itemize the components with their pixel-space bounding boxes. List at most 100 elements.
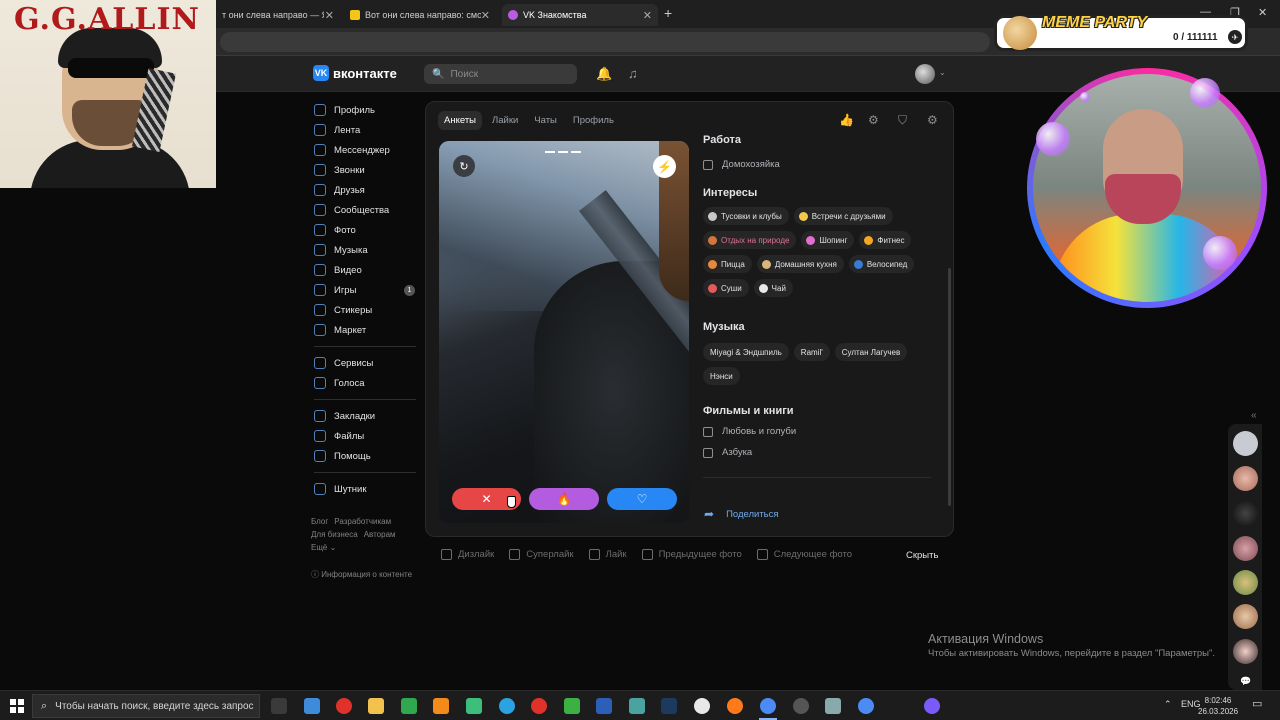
tab-chats[interactable]: Чаты	[528, 111, 563, 130]
interest-chip: Фитнес	[859, 231, 912, 249]
close-icon[interactable]: ✕	[325, 9, 334, 22]
task-view-icon[interactable]	[271, 698, 287, 714]
nav-item-games[interactable]: Игры 1	[314, 280, 424, 300]
overlay-glasses	[68, 58, 154, 78]
app-icon[interactable]	[304, 698, 320, 714]
taskbar-search[interactable]: ⌕	[32, 694, 260, 718]
nav-item-friends[interactable]: Друзья	[314, 180, 424, 200]
bell-icon[interactable]: 🔔	[596, 66, 612, 82]
firefox-icon[interactable]	[727, 698, 743, 714]
yandex-icon[interactable]	[694, 698, 710, 714]
folder-icon[interactable]	[368, 698, 384, 714]
nav-item-help[interactable]: Помощь	[314, 446, 424, 466]
share-button[interactable]: ➦ Поделиться	[704, 507, 779, 521]
close-window-button[interactable]: ✕	[1258, 6, 1267, 19]
shield-icon[interactable]: ⛉	[898, 113, 907, 128]
nav-item-votes[interactable]: Голоса	[314, 373, 424, 393]
user-avatar[interactable]	[915, 64, 935, 84]
hide-hints-button[interactable]: Скрыть	[906, 550, 938, 561]
chrome-icon[interactable]	[858, 698, 874, 714]
nav-item-files[interactable]: Файлы	[314, 426, 424, 446]
vlc-icon[interactable]	[433, 698, 449, 714]
nav-item-video[interactable]: Видео	[314, 260, 424, 280]
contact-avatar[interactable]	[1233, 466, 1258, 491]
app-icon[interactable]	[564, 698, 580, 714]
taskbar-search-input[interactable]	[55, 700, 256, 712]
browser-tab-1[interactable]: т они слева направо — Янд ✕	[216, 4, 340, 26]
tab-profile[interactable]: Профиль	[567, 111, 620, 130]
tray-expand-icon[interactable]: ⌃	[1164, 699, 1172, 710]
superlike-button[interactable]: 🔥	[529, 488, 599, 510]
app-icon[interactable]	[629, 698, 645, 714]
address-bar[interactable]	[220, 32, 990, 52]
nav-item-bookmarks[interactable]: Закладки	[314, 406, 424, 426]
music-icon[interactable]: ♫	[628, 66, 638, 81]
contact-avatar[interactable]	[1233, 570, 1258, 595]
app-icon[interactable]	[793, 698, 809, 714]
key-icon	[588, 549, 600, 560]
chevron-down-icon[interactable]: ⌄	[939, 68, 946, 77]
interest-chip: Шопинг	[801, 231, 855, 249]
filters-icon[interactable]: ⚙	[868, 113, 879, 127]
app-icon[interactable]	[924, 698, 940, 714]
nav-item-joker[interactable]: Шутник	[314, 479, 424, 499]
nav-item-feed[interactable]: Лента	[314, 120, 424, 140]
notifications-icon[interactable]: ▭	[1252, 697, 1262, 710]
boost-button[interactable]: ⚡	[653, 155, 676, 178]
joker-icon	[314, 483, 326, 495]
app-icon[interactable]	[401, 698, 417, 714]
close-icon[interactable]: ✕	[481, 9, 490, 22]
settings-icon[interactable]: ⚙	[927, 113, 938, 127]
photoshop-icon[interactable]	[661, 698, 677, 714]
tab-likes[interactable]: Лайки	[486, 111, 524, 130]
footer-link-blog[interactable]: Блог	[311, 517, 328, 526]
search-box[interactable]: 🔍	[424, 64, 577, 84]
footer-link-more[interactable]: Ещё ⌄	[311, 543, 336, 552]
nav-item-calls[interactable]: Звонки	[314, 160, 424, 180]
new-tab-button[interactable]: +	[664, 5, 672, 21]
like-button[interactable]: ♡	[607, 488, 677, 510]
nav-item-services[interactable]: Сервисы	[314, 353, 424, 373]
windows-start-icon[interactable]	[10, 699, 24, 713]
app-icon[interactable]	[825, 698, 841, 714]
browser-tab-3[interactable]: VK Знакомства ✕	[502, 4, 658, 26]
profile-photo[interactable]	[439, 141, 689, 523]
content-info-link[interactable]: ⓘ Информация о контенте	[311, 569, 412, 580]
contact-avatar[interactable]	[1233, 604, 1258, 629]
contact-avatar[interactable]	[1233, 501, 1258, 526]
hint-dislike: Дизлайк	[441, 549, 494, 560]
footer-link-developers[interactable]: Разработчикам	[334, 517, 391, 526]
footer-link-business[interactable]: Для бизнеса	[311, 530, 358, 539]
telegram-icon[interactable]	[499, 698, 515, 714]
browser-tab-2[interactable]: Вот они слева направо: смотр ✕	[344, 4, 496, 26]
nav-item-market[interactable]: Маркет	[314, 320, 424, 340]
undo-button[interactable]: ↻	[453, 155, 475, 177]
vk-logo[interactable]: VK вконтакте	[313, 65, 397, 81]
info-scrollbar[interactable]	[948, 268, 951, 506]
nav-item-communities[interactable]: Сообщества	[314, 200, 424, 220]
opera-icon[interactable]	[531, 698, 547, 714]
contact-avatar[interactable]	[1233, 639, 1258, 664]
nav-item-profile[interactable]: Профиль	[314, 100, 424, 120]
taskbar-clock[interactable]: 8:02:46 26.03.2026	[1198, 695, 1238, 717]
messenger-icon	[314, 144, 326, 156]
word-icon[interactable]	[596, 698, 612, 714]
nav-item-stickers[interactable]: Стикеры	[314, 300, 424, 320]
nav-item-photo[interactable]: Фото	[314, 220, 424, 240]
contact-avatar[interactable]	[1233, 431, 1258, 456]
chrome-icon[interactable]	[760, 698, 776, 714]
search-input[interactable]	[450, 68, 561, 80]
footer-link-authors[interactable]: Авторам	[364, 530, 396, 539]
like-icon[interactable]: 👍	[839, 113, 854, 127]
nav-label: Музыка	[334, 244, 368, 256]
tab-profiles[interactable]: Анкеты	[438, 111, 482, 130]
chat-icon[interactable]: 💬	[1240, 676, 1251, 687]
nav-label: Профиль	[334, 104, 376, 116]
contact-avatar[interactable]	[1233, 536, 1258, 561]
opera-gx-icon[interactable]	[336, 698, 352, 714]
app-icon[interactable]	[466, 698, 482, 714]
nav-item-music[interactable]: Музыка	[314, 240, 424, 260]
collapse-icon[interactable]: «	[1251, 410, 1257, 421]
close-icon[interactable]: ✕	[643, 9, 652, 22]
nav-item-messenger[interactable]: Мессенджер	[314, 140, 424, 160]
